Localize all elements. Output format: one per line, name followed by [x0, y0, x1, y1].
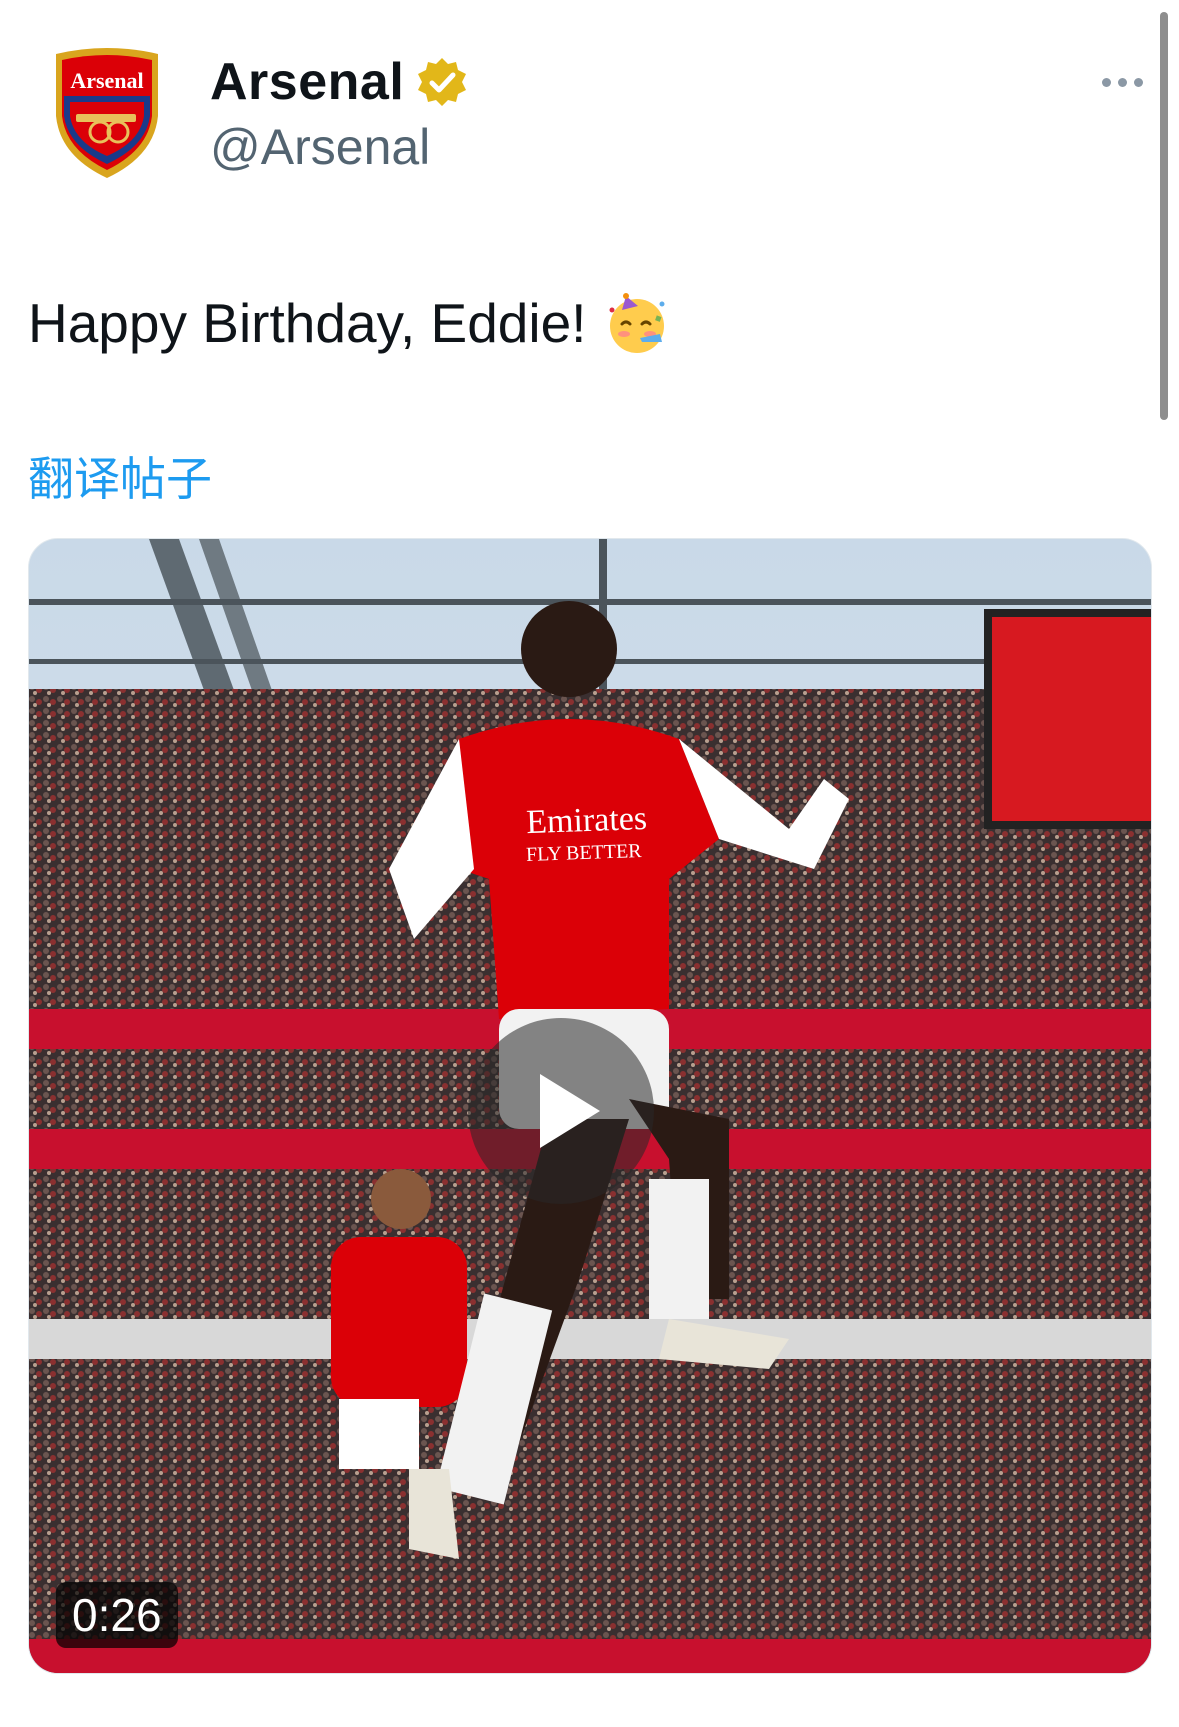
partying-face-icon [609, 293, 665, 353]
play-icon [540, 1074, 600, 1148]
crest-text: Arsenal [70, 68, 143, 93]
tweet-text-row: Happy Birthday, Eddie! [28, 290, 670, 356]
author-name-row[interactable]: Arsenal [210, 52, 468, 112]
jersey-sponsor-subtext: FLY BETTER [526, 840, 643, 866]
verified-badge-icon [418, 58, 467, 106]
author-avatar[interactable]: Arsenal [50, 46, 164, 180]
translate-post-link[interactable]: 翻译帖子 [28, 443, 212, 509]
video-duration: 0:26 [56, 1582, 178, 1648]
jersey-sponsor-text: Emirates [526, 800, 648, 841]
author-handle[interactable]: @Arsenal [210, 118, 430, 176]
author-display-name[interactable]: Arsenal [210, 52, 404, 112]
tweet-text: Happy Birthday, Eddie! [28, 292, 587, 354]
play-button[interactable] [468, 1018, 654, 1204]
more-options-icon[interactable] [1100, 62, 1148, 102]
scrollbar[interactable] [1160, 12, 1168, 420]
